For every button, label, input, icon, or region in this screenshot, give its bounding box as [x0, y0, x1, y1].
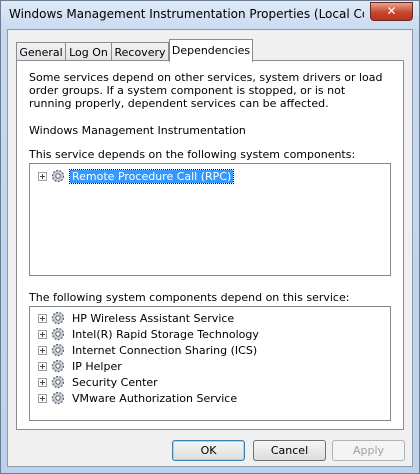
- tree-node-label[interactable]: HP Wireless Assistant Service: [70, 312, 236, 325]
- tree-node-label[interactable]: Remote Procedure Call (RPC): [68, 168, 235, 184]
- gear-icon: [51, 311, 65, 325]
- gear-icon: [51, 327, 65, 341]
- apply-button[interactable]: Apply: [332, 440, 405, 461]
- dependents-label: The following system components depend o…: [29, 291, 350, 304]
- tree-node-label[interactable]: IP Helper: [70, 360, 124, 373]
- gear-icon: [51, 169, 65, 183]
- depends-on-label: This service depends on the following sy…: [29, 148, 356, 161]
- tab-general[interactable]: General: [16, 42, 66, 61]
- expand-icon[interactable]: [38, 345, 47, 355]
- expand-icon[interactable]: [38, 361, 47, 371]
- tree-node[interactable]: Intel(R) Rapid Storage Technology: [38, 326, 261, 342]
- tree-node[interactable]: Internet Connection Sharing (ICS): [38, 342, 259, 358]
- expand-icon[interactable]: [38, 329, 47, 339]
- tab-recovery[interactable]: Recovery: [111, 42, 169, 61]
- tab-log-on[interactable]: Log On: [65, 42, 112, 61]
- expand-icon[interactable]: [38, 377, 47, 387]
- depends-on-tree[interactable]: Remote Procedure Call (RPC): [29, 163, 391, 276]
- title-bar[interactable]: Windows Management Instrumentation Prope…: [1, 1, 419, 29]
- dialog-client-area: General Log On Recovery Dependencies Som…: [7, 29, 413, 467]
- tree-node[interactable]: VMware Authorization Service: [38, 390, 239, 406]
- cancel-button[interactable]: Cancel: [253, 440, 326, 461]
- gear-icon: [51, 391, 65, 405]
- tree-node[interactable]: HP Wireless Assistant Service: [38, 310, 236, 326]
- properties-window: Windows Management Instrumentation Prope…: [0, 0, 420, 474]
- expand-icon[interactable]: [38, 171, 47, 181]
- tab-dependencies[interactable]: Dependencies: [169, 39, 253, 62]
- ok-button[interactable]: OK: [172, 440, 245, 461]
- service-name: Windows Management Instrumentation: [29, 124, 246, 137]
- tree-node[interactable]: Security Center: [38, 374, 160, 390]
- close-button[interactable]: ✕: [370, 2, 413, 21]
- tree-node-label[interactable]: Security Center: [70, 376, 160, 389]
- tree-node-label[interactable]: Internet Connection Sharing (ICS): [70, 344, 259, 357]
- tree-node[interactable]: IP Helper: [38, 358, 124, 374]
- tree-node-label[interactable]: VMware Authorization Service: [70, 392, 239, 405]
- expand-icon[interactable]: [38, 393, 47, 403]
- dependencies-description: Some services depend on other services, …: [29, 71, 383, 110]
- dependencies-panel: Some services depend on other services, …: [16, 60, 404, 430]
- gear-icon: [51, 375, 65, 389]
- gear-icon: [51, 343, 65, 357]
- gear-icon: [51, 359, 65, 373]
- tree-node-label[interactable]: Intel(R) Rapid Storage Technology: [70, 328, 261, 341]
- window-title: Windows Management Instrumentation Prope…: [9, 7, 364, 21]
- tree-node[interactable]: Remote Procedure Call (RPC): [38, 168, 235, 184]
- dependents-tree[interactable]: HP Wireless Assistant Service Intel(R) R…: [29, 306, 391, 421]
- expand-icon[interactable]: [38, 313, 47, 323]
